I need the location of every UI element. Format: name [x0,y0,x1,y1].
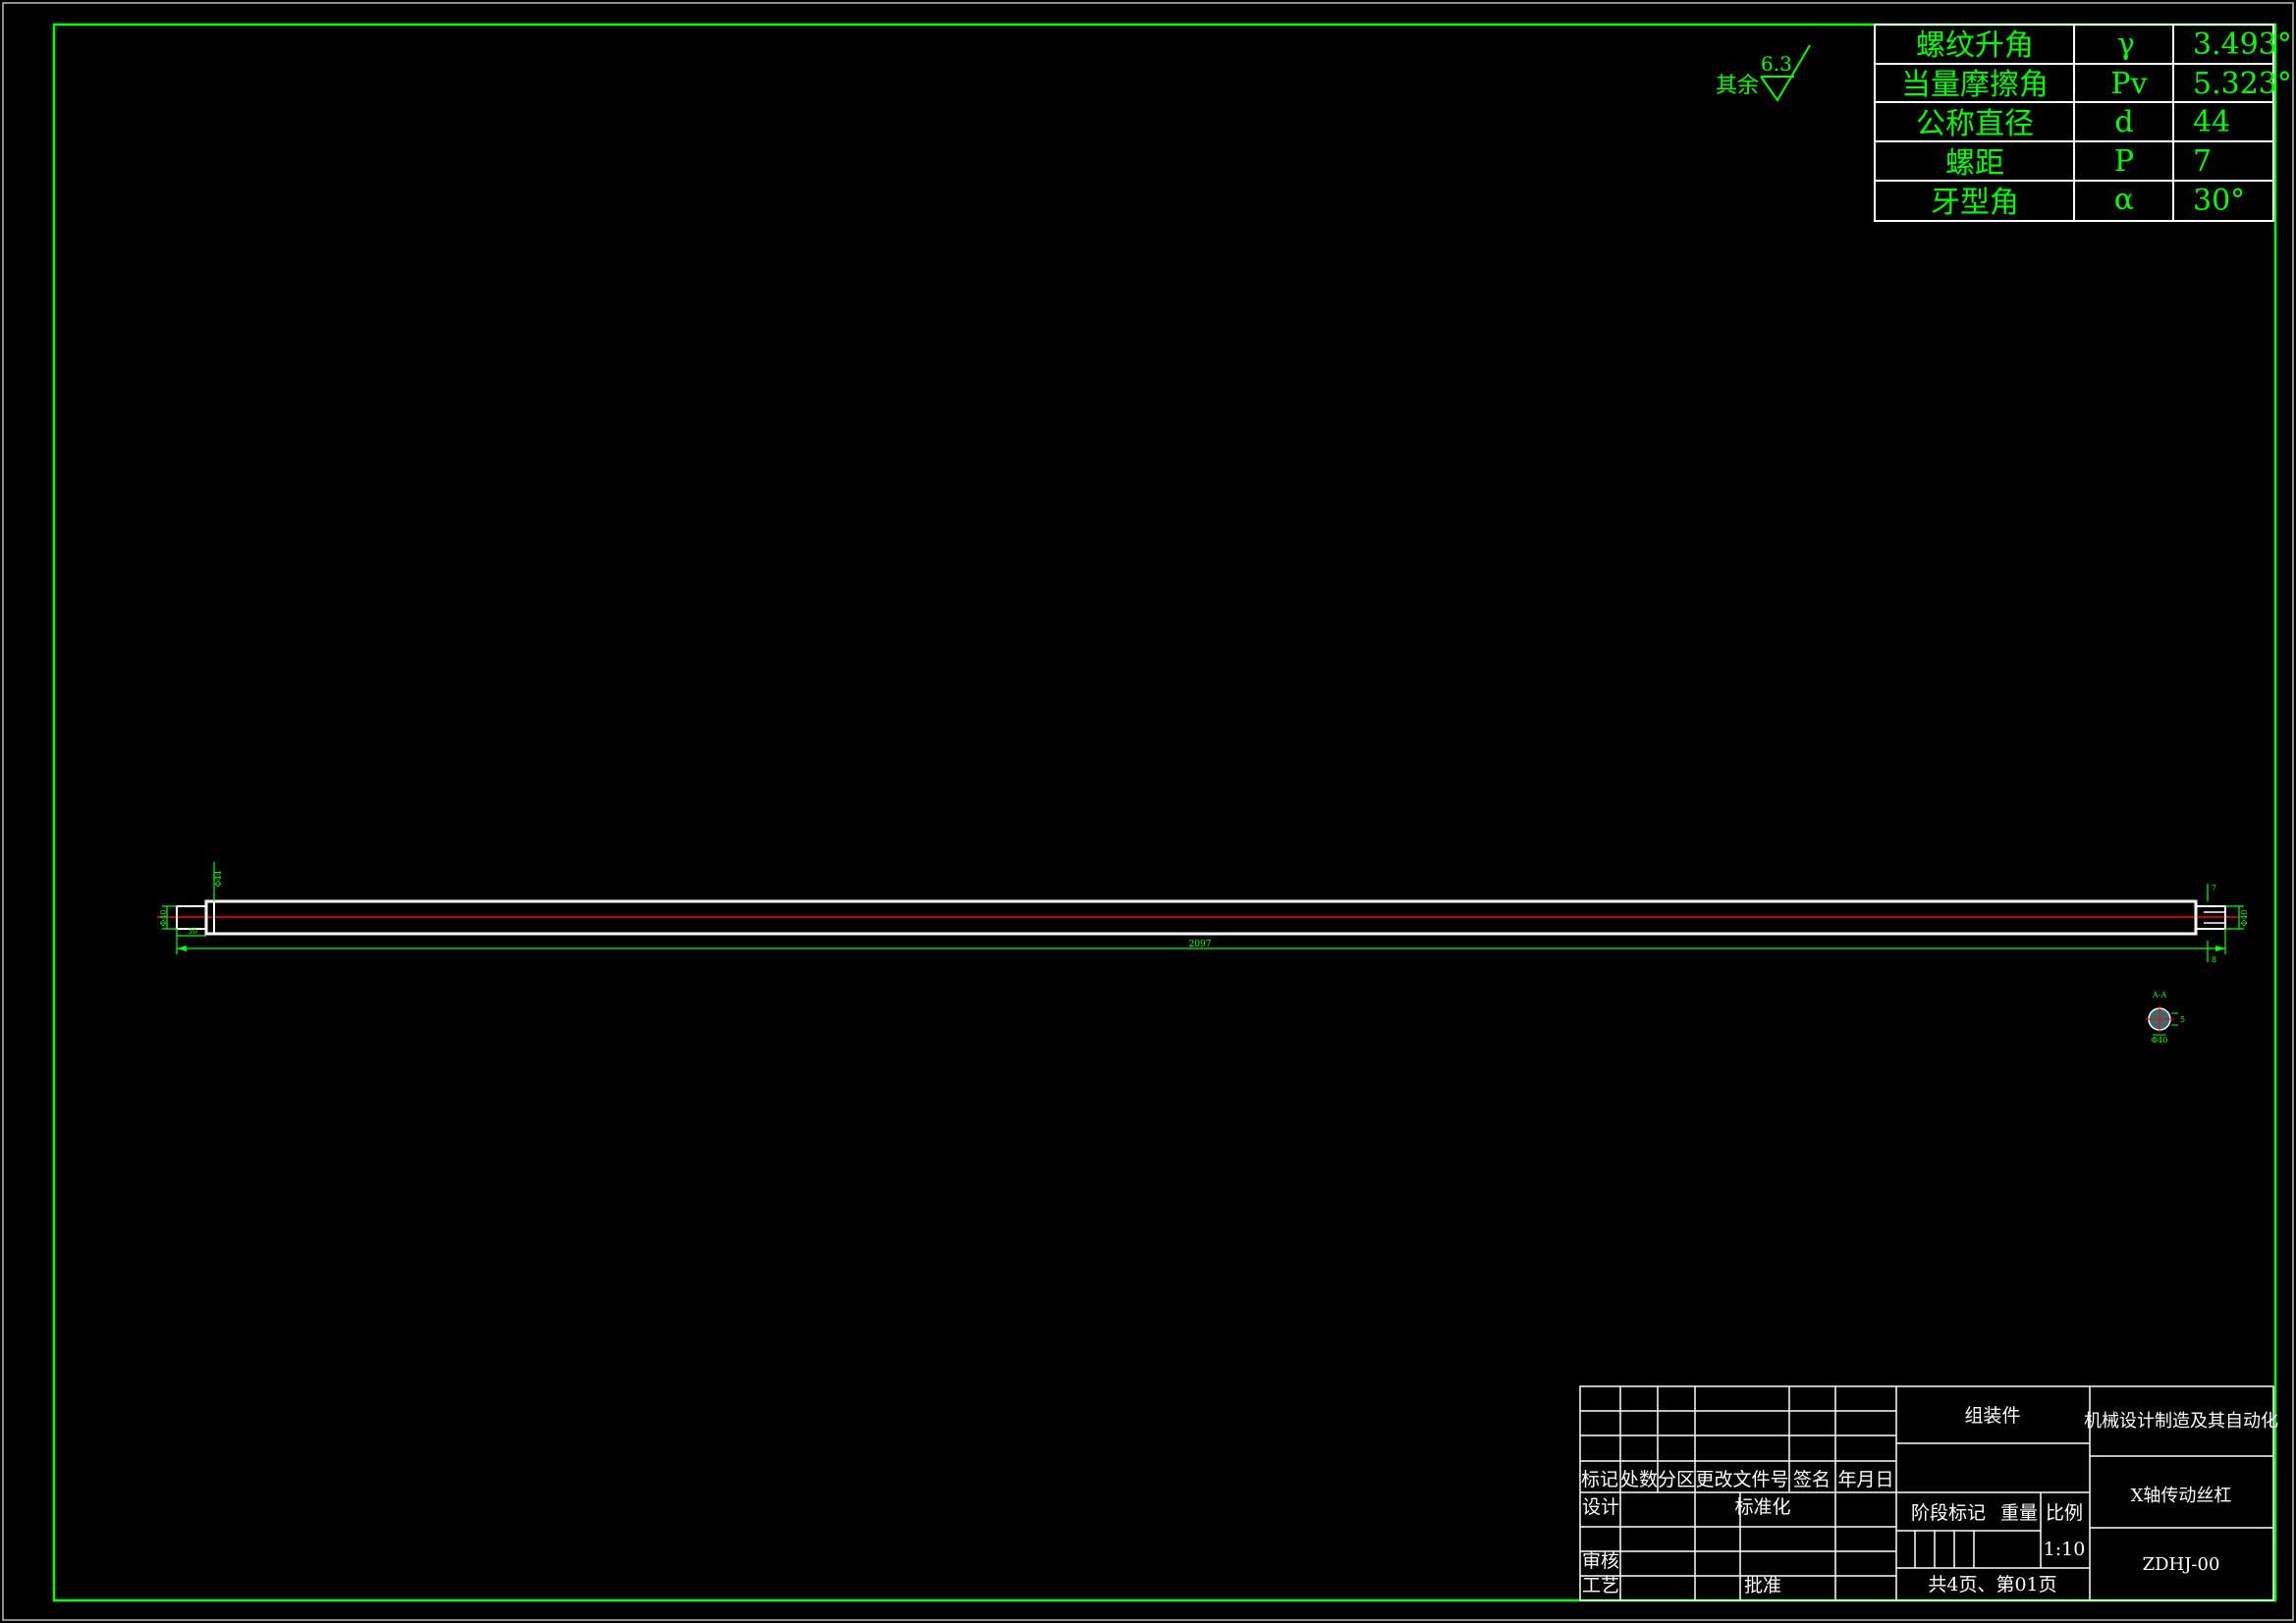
dim-left-step-length: 30 [188,927,197,936]
dim-left-shoulder-diameter: Φ44 [214,871,223,888]
header-label-mark: 标记 [1581,1469,1618,1490]
dim-overall-length: 2097 [1189,940,1212,949]
header-label-signature: 签名 [1793,1469,1831,1490]
drawing-frame [52,23,2277,1602]
param-value-nominal-diameter: 44 [2193,105,2230,139]
roughness-symbol: 其余 6.3 [1716,44,1811,102]
section-diameter: Φ40 [2152,1036,2168,1045]
param-symbol-nominal-diameter: d [2114,105,2133,139]
param-symbol-profile-angle: α [2114,183,2134,217]
standardize-label: 标准化 [1734,1496,1790,1518]
param-value-lead-angle: 3.493° [2193,27,2292,62]
stage-label: 阶段标记 [1911,1502,1986,1524]
param-symbol-lead-angle: γ [2117,27,2135,62]
parameter-table: 螺纹升角 γ 3.493° 当量摩擦角 Pv 5.323° 公称直径 d 44 … [1874,24,2292,222]
scale-value: 1:10 [2044,1539,2086,1560]
process-label: 工艺 [1582,1575,1619,1596]
approve-label: 批准 [1744,1575,1781,1596]
section-width: 5 [2180,1015,2185,1024]
sheet-count: 共4页、第01页 [1928,1574,2056,1596]
header-label-date: 年月日 [1837,1469,1893,1490]
section-view [2146,1005,2178,1036]
weight-label: 重量 [2000,1502,2038,1524]
param-value-friction-angle: 5.323° [2193,67,2292,101]
part-name: X轴传动丝杠 [2131,1486,2232,1506]
section-label: A-A [2152,991,2166,1000]
drawing-sheet: 其余 6.3 螺纹升角 γ 3.493° 当量摩擦角 Pv 5.323° 公称直… [2,2,2294,1621]
param-name-lead-angle: 螺纹升角 [1916,28,2034,63]
design-label: 设计 [1582,1496,1619,1518]
param-name-friction-angle: 当量摩擦角 [1901,68,2049,102]
drawing-number: ZDHJ-00 [2143,1554,2220,1575]
dim-left-step-diameter: Φ40 [159,910,168,927]
header-label-change-doc: 更改文件号 [1695,1469,1788,1490]
review-label: 审核 [1582,1550,1619,1572]
param-value-profile-angle: 30° [2193,184,2245,218]
school-name: 机械设计制造及其自动化 [2084,1411,2278,1432]
outer-border [2,2,2294,1621]
dim-right-step-diameter: Φ40 [2240,910,2249,927]
dim-right-key-a: 7 [2212,884,2216,893]
param-name-profile-angle: 牙型角 [1931,186,2019,220]
param-symbol-pitch: P [2114,144,2134,179]
roughness-label: 其余 [1716,74,1759,98]
header-label-count: 处数 [1620,1469,1658,1490]
scale-label: 比例 [2046,1502,2083,1524]
header-label-zone: 分区 [1658,1469,1695,1490]
param-name-pitch: 螺距 [1945,146,2004,181]
lead-screw-view [157,899,2239,936]
roughness-value: 6.3 [1761,52,1792,76]
param-symbol-friction-angle: Pv [2110,67,2147,101]
assembly-label: 组装件 [1964,1405,2020,1427]
param-name-nominal-diameter: 公称直径 [1916,107,2034,141]
dim-right-key-b: 8 [2212,955,2216,964]
param-value-pitch: 7 [2193,144,2212,179]
